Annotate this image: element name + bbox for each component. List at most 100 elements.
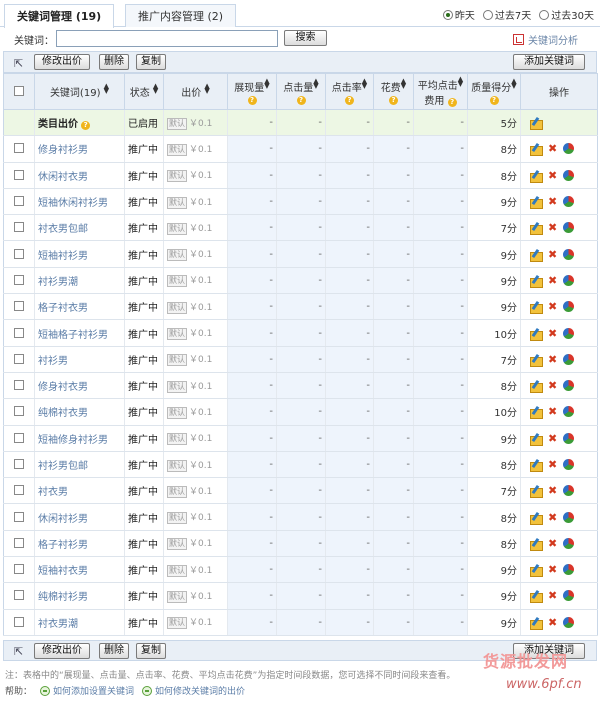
edit-icon[interactable] (530, 380, 543, 394)
report-icon[interactable] (563, 222, 575, 234)
row-checkbox[interactable] (14, 274, 24, 285)
keyword-link[interactable]: 纯棉衬衫男 (34, 582, 125, 610)
help-icon[interactable]: ? (247, 95, 257, 105)
row-checkbox[interactable] (14, 222, 24, 233)
report-icon[interactable] (563, 248, 575, 260)
keyword-link[interactable]: 纯棉衬衣男 (34, 398, 125, 426)
report-icon[interactable] (563, 169, 575, 181)
delete-icon[interactable]: ✖ (548, 512, 557, 523)
bid-value[interactable]: 默认 ￥0.1 (163, 477, 228, 505)
keyword-link[interactable]: 衬衣男包邮 (34, 214, 125, 242)
bid-value[interactable]: 默认 ￥0.1 (163, 267, 228, 295)
keyword-analysis-link[interactable]: 关键词分析 (513, 32, 578, 47)
report-icon[interactable] (563, 143, 575, 155)
row-checkbox[interactable] (14, 432, 24, 443)
edit-icon[interactable] (530, 564, 543, 578)
row-checkbox[interactable] (14, 380, 24, 391)
bid-value[interactable]: 默认 ￥0.1 (163, 293, 228, 321)
row-checkbox[interactable] (14, 353, 24, 364)
edit-icon[interactable] (530, 354, 543, 367)
keyword-link[interactable]: 短袖修身衬衫男 (34, 425, 125, 452)
col-quality[interactable]: 质量得分▲ ▼? (467, 73, 521, 110)
delete-icon[interactable]: ✖ (548, 354, 557, 365)
keyword-link[interactable]: 衬衫男包邮 (34, 451, 125, 479)
select-all-checkbox[interactable] (14, 86, 24, 96)
col-avg-cpc[interactable]: 平均点击▲ ▼ 费用 ? (413, 73, 468, 110)
delete-icon[interactable]: ✖ (548, 380, 557, 391)
keyword-link[interactable]: 修身衬衫男 (34, 135, 125, 163)
delete-icon[interactable]: ✖ (548, 196, 557, 207)
row-checkbox[interactable] (14, 143, 24, 154)
edit-icon[interactable] (530, 617, 543, 630)
edit-icon[interactable] (530, 301, 543, 315)
tab-content-management[interactable]: 推广内容管理 (2) (125, 4, 237, 27)
bid-value[interactable]: 默认 ￥0.1 (163, 530, 228, 558)
edit-icon[interactable] (530, 249, 543, 262)
delete-icon[interactable]: ✖ (548, 433, 557, 444)
edit-icon[interactable] (530, 275, 543, 288)
col-bid[interactable]: 出价 ▲ ▼ (163, 73, 228, 110)
delete-icon[interactable]: ✖ (548, 564, 557, 575)
help-icon[interactable]: ? (296, 95, 306, 105)
bid-value[interactable]: 默认 ￥0.1 (163, 503, 228, 531)
delete-icon[interactable]: ✖ (548, 538, 557, 549)
report-icon[interactable] (563, 564, 575, 576)
keyword-link[interactable]: 衬衫男 (34, 346, 125, 373)
help-link-edit-bid[interactable]: 如何修改关键词的出价 (142, 684, 245, 697)
edit-icon[interactable] (530, 433, 543, 446)
row-checkbox[interactable] (14, 248, 24, 259)
row-checkbox[interactable] (14, 196, 24, 207)
report-icon[interactable] (563, 196, 575, 208)
radio-7-days[interactable]: 过去7天 (482, 7, 531, 22)
keyword-link[interactable]: 衬衣男 (34, 477, 125, 505)
keyword-link[interactable]: 休闲衬衫男 (34, 503, 125, 531)
help-icon[interactable]: ? (81, 121, 91, 131)
delete-icon[interactable]: ✖ (548, 459, 557, 470)
bid-value[interactable]: 默认 ￥0.1 (163, 582, 228, 610)
keyword-link[interactable]: 短袖衬衣男 (34, 556, 125, 584)
row-checkbox[interactable] (14, 459, 24, 469)
delete-icon[interactable]: ✖ (548, 301, 557, 312)
report-icon[interactable] (563, 511, 575, 523)
report-icon[interactable] (563, 406, 575, 418)
col-impressions[interactable]: 展现量▲ ▼? (227, 73, 277, 110)
help-icon[interactable]: ? (447, 97, 457, 107)
help-link-add-keyword[interactable]: 如何添加设置关键词 (40, 684, 134, 697)
keyword-link[interactable]: 格子衬衣男 (34, 293, 125, 321)
search-button[interactable]: 搜索 (284, 30, 327, 46)
edit-icon[interactable] (530, 170, 543, 183)
bid-value[interactable]: 默认 ￥0.1 (163, 346, 228, 373)
delete-button-bottom[interactable]: 删除 (99, 643, 129, 659)
edit-icon[interactable] (530, 196, 543, 210)
edit-icon[interactable] (530, 117, 543, 131)
keyword-link[interactable]: 短袖休闲衬衫男 (34, 188, 125, 216)
delete-icon[interactable]: ✖ (548, 590, 557, 601)
bid-value[interactable]: 默认 ￥0.1 (163, 240, 228, 268)
report-icon[interactable] (563, 327, 575, 339)
delete-icon[interactable]: ✖ (548, 617, 557, 628)
edit-bid-button[interactable]: 修改出价 (34, 54, 90, 70)
edit-icon[interactable] (530, 538, 543, 551)
bid-value[interactable]: 默认 ￥0.1 (163, 319, 228, 347)
edit-icon[interactable] (530, 590, 543, 604)
edit-icon[interactable] (530, 485, 543, 499)
radio-yesterday[interactable]: 昨天 (442, 7, 475, 22)
edit-icon[interactable] (530, 459, 543, 472)
row-checkbox[interactable] (14, 590, 24, 601)
bid-value[interactable]: 默认 ￥0.1 (163, 188, 228, 216)
row-checkbox[interactable] (14, 511, 24, 522)
keyword-link[interactable]: 休闲衬衣男 (34, 162, 125, 189)
report-icon[interactable] (563, 485, 575, 497)
row-checkbox[interactable] (14, 406, 24, 417)
delete-button[interactable]: 删除 (99, 54, 129, 70)
edit-icon[interactable] (530, 222, 543, 236)
report-icon[interactable] (563, 432, 575, 444)
keyword-link[interactable]: 短袖衬衫男 (34, 240, 125, 268)
edit-icon[interactable] (530, 406, 543, 420)
row-checkbox[interactable] (14, 169, 24, 180)
add-keyword-button[interactable]: 添加关键词 (513, 54, 585, 70)
report-icon[interactable] (563, 380, 575, 392)
radio-30-days[interactable]: 过去30天 (539, 7, 594, 22)
delete-icon[interactable]: ✖ (548, 406, 557, 417)
delete-icon[interactable]: ✖ (548, 170, 557, 181)
